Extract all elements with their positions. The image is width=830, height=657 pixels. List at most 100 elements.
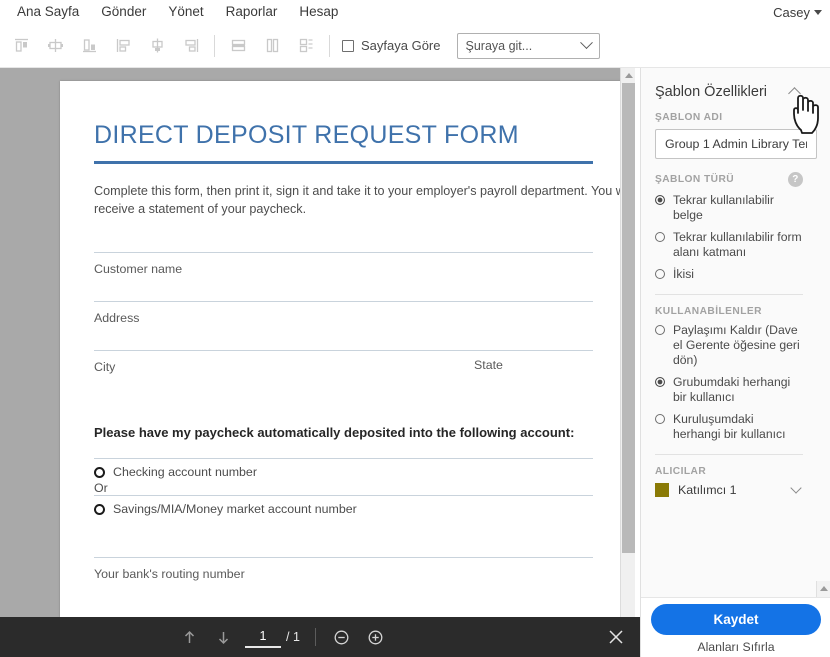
- field-checking-account[interactable]: Checking account number Or: [94, 458, 593, 495]
- field-savings-account[interactable]: Savings/MIA/Money market account number: [94, 495, 593, 529]
- alignment-toolbar: Sayfaya Göre Şuraya git...: [0, 24, 830, 68]
- field-routing-number[interactable]: Your bank's routing number: [94, 557, 593, 583]
- template-name-input[interactable]: [655, 129, 817, 159]
- page-number-input[interactable]: [245, 626, 281, 648]
- page-total-label: / 1: [286, 630, 300, 644]
- title-rule: [94, 161, 593, 164]
- bottom-controls: / 1: [172, 620, 393, 654]
- field-customer-name[interactable]: Customer name: [94, 252, 593, 301]
- radio-icon[interactable]: [94, 503, 105, 515]
- scroll-up-button[interactable]: [621, 68, 636, 82]
- field-address[interactable]: Address: [94, 301, 593, 350]
- routing-label: Your bank's routing number: [94, 567, 245, 581]
- template-name-label: ŞABLON ADI: [655, 112, 723, 123]
- page-fit-label: Sayfaya Göre: [361, 38, 441, 53]
- field-city-state-zip[interactable]: City State Zip: [94, 350, 635, 399]
- recipients-label: ALICILAR: [655, 466, 707, 477]
- align-horizontal-center-icon[interactable]: [40, 31, 70, 61]
- panel-scroll-area: Şablon Özellikleri ŞABLON ADI ŞABLON TÜR…: [641, 68, 817, 589]
- available-label: KULLANABİLENLER: [655, 306, 762, 317]
- distribute-horizontal-icon[interactable]: [257, 31, 287, 61]
- panel-footer: Kaydet Alanları Sıfırla: [641, 597, 830, 657]
- radio-icon-selected: [655, 195, 665, 205]
- template-properties-panel: Şablon Özellikleri ŞABLON ADI ŞABLON TÜR…: [640, 68, 830, 657]
- radio-any-user-in-group[interactable]: Grubumdaki herhangi bir kullanıcı: [655, 375, 803, 405]
- panel-title: Şablon Özellikleri: [655, 84, 768, 100]
- template-type-section: ŞABLON TÜRÜ ? Tekrar kullanılabilir belg…: [641, 172, 817, 282]
- close-button[interactable]: [606, 627, 626, 647]
- align-vertical-center-icon[interactable]: [142, 31, 172, 61]
- document-intro: Complete this form, then print it, sign …: [94, 184, 635, 216]
- document-title: DIRECT DEPOSIT REQUEST FORM: [94, 121, 519, 149]
- recipient-name: Katılımcı 1: [678, 483, 737, 497]
- align-bottom-icon[interactable]: [74, 31, 104, 61]
- goto-dropdown[interactable]: Şuraya git...: [456, 32, 600, 59]
- radio-unshare[interactable]: Paylaşımı Kaldır (Dave el Gerente öğesin…: [655, 323, 803, 368]
- document-viewport[interactable]: DIRECT DEPOSIT REQUEST FORM Complete thi…: [0, 68, 635, 617]
- savings-label: Savings/MIA/Money market account number: [113, 502, 357, 516]
- chevron-up-icon[interactable]: [788, 87, 801, 100]
- radio-any-user-in-org[interactable]: Kuruluşumdaki herhangi bir kullanıcı: [655, 412, 803, 442]
- menu-raporlar[interactable]: Raporlar: [215, 0, 289, 24]
- panel-divider-1: [655, 294, 803, 295]
- menu-gonder[interactable]: Gönder: [90, 0, 157, 24]
- arrow-up-icon: [819, 586, 828, 591]
- radio-reusable-form-layer[interactable]: Tekrar kullanılabilir form alanı katmanı: [655, 230, 803, 260]
- menu-ana-sayfa[interactable]: Ana Sayfa: [6, 0, 90, 24]
- radio-both[interactable]: İkisi: [655, 267, 803, 282]
- account-menu[interactable]: Casey: [773, 0, 822, 24]
- chevron-down-icon[interactable]: [790, 482, 802, 494]
- page-fit-checkbox[interactable]: Sayfaya Göre: [342, 38, 441, 53]
- toolbar-divider-2: [329, 34, 330, 57]
- align-right-icon[interactable]: [176, 31, 206, 61]
- menu-hesap[interactable]: Hesap: [288, 0, 349, 24]
- goto-value: Şuraya git...: [465, 38, 533, 53]
- radio-label: Tekrar kullanılabilir form alanı katmanı: [673, 230, 802, 259]
- template-name-section: ŞABLON ADI: [641, 112, 817, 172]
- match-size-icon[interactable]: [291, 31, 321, 61]
- panel-scroll-up-button[interactable]: [817, 581, 830, 596]
- save-button[interactable]: Kaydet: [651, 604, 821, 635]
- field-label: Customer name: [94, 262, 183, 276]
- radio-label: Grubumdaki herhangi bir kullanıcı: [673, 375, 791, 404]
- next-page-button[interactable]: [206, 620, 240, 654]
- arrow-up-icon: [624, 72, 633, 78]
- document-scrollbar[interactable]: [620, 68, 635, 617]
- radio-icon: [655, 325, 665, 335]
- scrollbar-thumb[interactable]: [622, 83, 635, 553]
- radio-reusable-document[interactable]: Tekrar kullanılabilir belge: [655, 193, 803, 223]
- menu-yonet[interactable]: Yönet: [157, 0, 214, 24]
- recipient-item[interactable]: Katılımcı 1: [641, 482, 817, 497]
- main-menubar: Ana Sayfa Gönder Yönet Raporlar Hesap Ca…: [0, 0, 830, 24]
- radio-icon: [655, 269, 665, 279]
- zoom-out-button[interactable]: [325, 620, 359, 654]
- toolbar-divider-1: [214, 34, 215, 57]
- radio-icon: [655, 414, 665, 424]
- account-name: Casey: [773, 4, 810, 20]
- template-type-row: ŞABLON TÜRÜ ?: [655, 172, 803, 187]
- align-left-icon[interactable]: [108, 31, 138, 61]
- radio-label: İkisi: [673, 267, 694, 281]
- radio-label: Paylaşımı Kaldır (Dave el Gerente öğesin…: [673, 323, 800, 367]
- radio-icon-selected: [655, 377, 665, 387]
- checkbox-icon: [342, 39, 354, 52]
- field-label-city: City: [94, 360, 116, 374]
- reset-fields-link[interactable]: Alanları Sıfırla: [697, 640, 774, 654]
- document-bottom-toolbar: / 1: [0, 617, 640, 657]
- document-page: DIRECT DEPOSIT REQUEST FORM Complete thi…: [60, 81, 635, 617]
- previous-page-button[interactable]: [172, 620, 206, 654]
- bottom-divider: [314, 628, 316, 646]
- recipients-section: ALICILAR: [641, 466, 817, 477]
- distribute-vertical-icon[interactable]: [223, 31, 253, 61]
- recipient-color-swatch: [655, 483, 669, 497]
- panel-header[interactable]: Şablon Özellikleri: [641, 68, 817, 112]
- align-top-icon[interactable]: [6, 31, 36, 61]
- zoom-in-button[interactable]: [359, 620, 393, 654]
- radio-icon[interactable]: [94, 466, 105, 478]
- available-to-section: KULLANABİLENLER Paylaşımı Kaldır (Dave e…: [641, 306, 817, 442]
- field-label-state: State: [474, 358, 503, 372]
- menubar-items: Ana Sayfa Gönder Yönet Raporlar Hesap: [0, 0, 349, 24]
- radio-label: Tekrar kullanılabilir belge: [673, 193, 774, 222]
- help-icon[interactable]: ?: [788, 172, 803, 187]
- template-editor-window: Ana Sayfa Gönder Yönet Raporlar Hesap Ca…: [0, 0, 830, 657]
